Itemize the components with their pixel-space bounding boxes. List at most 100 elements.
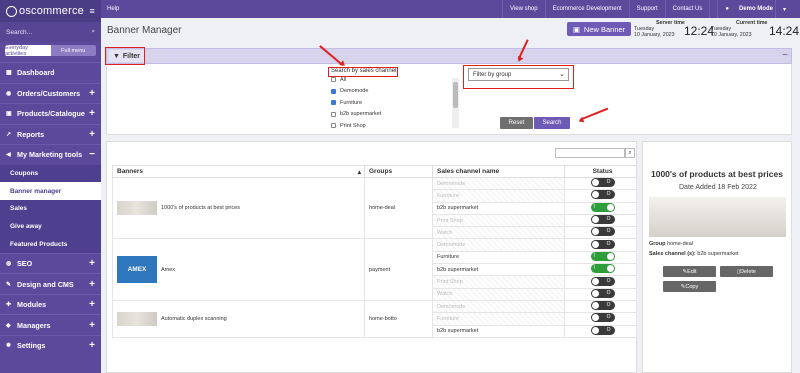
ecommerce-dev-link[interactable]: Ecommerce Development [544,0,629,18]
status-toggle[interactable]: O [590,239,615,249]
sidebar-item-label: Design and CMS [17,279,74,289]
collapse-icon[interactable]: − [782,50,788,61]
channel-option[interactable]: Furniture [331,97,459,109]
sidebar-item-my-marketing-tools[interactable]: ◀ My Marketing tools − [0,144,101,165]
sidebar-item-design-and-cms[interactable]: ✎ Design and CMS + [0,273,101,294]
sidebar-item-settings[interactable]: ✹ Settings + [0,334,101,356]
banner-cell[interactable]: Automatic duplex scanning [112,299,365,338]
collapse-icon[interactable]: − [89,149,95,160]
channel-list: All Demomode Furniture b2b supermarket Print… [331,74,459,131]
channel-checkbox[interactable] [331,88,336,94]
sidebar-subitem-sales[interactable]: Sales [0,199,101,218]
channel-checkbox[interactable] [331,111,336,117]
expand-icon[interactable]: + [89,129,95,140]
tab-everyday[interactable]: Everyday activities [5,45,51,57]
sidebar-search[interactable]: Search... ⌕ [0,22,101,42]
sidebar-item-dashboard[interactable]: ▦ Dashboard [0,62,101,83]
col-banners-label: Banners [117,167,144,175]
table-search-input[interactable] [555,148,625,158]
sidebar-search-input[interactable]: Search... [6,29,32,36]
user-icon: ● [717,0,736,18]
toggle-text: O [606,240,611,247]
status-toggle[interactable]: O [590,178,615,188]
banner-cell[interactable]: AMEX Amex [112,238,365,301]
sidebar-item-orders-customers[interactable]: ◉ Orders/Customers + [0,82,101,104]
col-sales-channel[interactable]: Sales channel name [432,165,565,178]
contact-link[interactable]: Contact Us [664,0,710,18]
status-toggle[interactable]: I [590,251,615,261]
search-icon[interactable]: ⌕ [91,28,95,36]
expand-icon[interactable]: + [89,320,95,331]
channel-option[interactable]: b2b supermarket [331,109,459,121]
logo[interactable]: oscommerce ≡ [0,0,101,22]
user-menu[interactable]: ● Demo Mode ▾ [709,0,800,18]
expand-icon[interactable]: + [89,299,95,310]
status-toggle[interactable]: I [590,202,615,212]
edit-button[interactable]: ✎ Edit [663,266,716,277]
sidebar-subitem-banner-manager[interactable]: Banner manager [0,182,101,200]
help-link[interactable]: Help [107,6,119,12]
sidebar-tabs: Everyday activities Full menu [5,45,96,57]
channel-option[interactable]: Print Shop [331,120,459,131]
user-name: Demo Mode [738,6,773,12]
gear-icon: ✹ [6,343,12,350]
detail-group-value: home-deal [667,241,694,247]
chart-icon: ↗ [6,131,12,138]
view-shop-link[interactable]: View shop [502,0,545,18]
channel-checkbox[interactable] [331,100,336,106]
expand-icon[interactable]: + [89,88,95,99]
status-toggle[interactable]: O [590,276,615,286]
hamburger-icon[interactable]: ≡ [90,6,95,16]
table-row[interactable]: 1000's of products at best prices home-de… [112,176,637,240]
col-banners[interactable]: Banners ▴ [112,165,365,178]
col-status[interactable]: Status [564,165,637,178]
detail-banner-image [649,197,786,237]
plus-icon: ▣ [572,24,580,34]
sidebar-item-products-catalogue[interactable]: ▣ Products/Catalogue + [0,103,101,124]
sidebar-subitem-featured-products[interactable]: Featured Products [0,235,101,253]
status-toggle[interactable]: O [590,215,615,225]
sidebar-item-modules[interactable]: ✚ Modules + [0,293,101,315]
detail-sc-label: Sales channel (s): [649,251,696,257]
expand-icon[interactable]: + [89,258,95,269]
table-row[interactable]: Automatic duplex scanning home-botto Demom… [112,299,637,338]
sidebar-item-reports[interactable]: ↗ Reports + [0,123,101,145]
status-toggle[interactable]: O [590,325,615,335]
delete-button[interactable]: ▯ Delete [720,266,773,277]
banner-thumbnail [117,311,157,326]
banner-name: Amex [161,266,176,273]
tab-full-menu[interactable]: Full menu [50,45,96,56]
channel-option[interactable]: Demomode [331,86,459,98]
copy-button[interactable]: ✎ Copy [663,281,716,292]
status-toggle[interactable]: O [590,190,615,200]
channel-checkbox[interactable] [331,77,336,83]
table-row[interactable]: AMEX Amex payment Demomode O [112,238,637,301]
status-toggle[interactable]: I [590,264,615,274]
expand-icon[interactable]: + [89,279,95,290]
col-groups[interactable]: Groups [364,165,433,178]
search-button[interactable]: Search [534,117,570,129]
scrollbar-thumb[interactable] [453,82,458,108]
support-link[interactable]: Support [628,0,665,18]
status-toggle[interactable]: O [590,288,615,298]
sidebar-item-seo[interactable]: ◍ SEO + [0,252,101,274]
channel-scrollbar[interactable] [452,78,459,128]
banner-thumbnail [117,201,157,216]
detail-sales-channel: Sales channel (s): b2b supermarket [649,251,739,257]
status-toggle[interactable]: O [590,227,615,237]
toggle-text: O [606,302,611,309]
sidebar-item-managers[interactable]: ◆ Managers + [0,314,101,335]
toggle-knob [591,240,599,248]
channel-checkbox[interactable] [331,123,336,129]
megaphone-icon: ◀ [6,152,11,159]
reset-button[interactable]: Reset [500,117,533,129]
banner-cell[interactable]: 1000's of products at best prices [112,176,365,240]
sidebar-subitem-coupons[interactable]: Coupons [0,164,101,183]
sidebar-subitem-give-away[interactable]: Give away [0,217,101,236]
table-search-icon[interactable]: ⌕ [625,148,635,158]
new-banner-button[interactable]: ▣ New Banner [567,22,631,36]
status-toggle[interactable]: O [590,313,615,323]
status-toggle[interactable]: O [590,301,615,311]
expand-icon[interactable]: + [89,340,95,351]
expand-icon[interactable]: + [89,108,95,119]
